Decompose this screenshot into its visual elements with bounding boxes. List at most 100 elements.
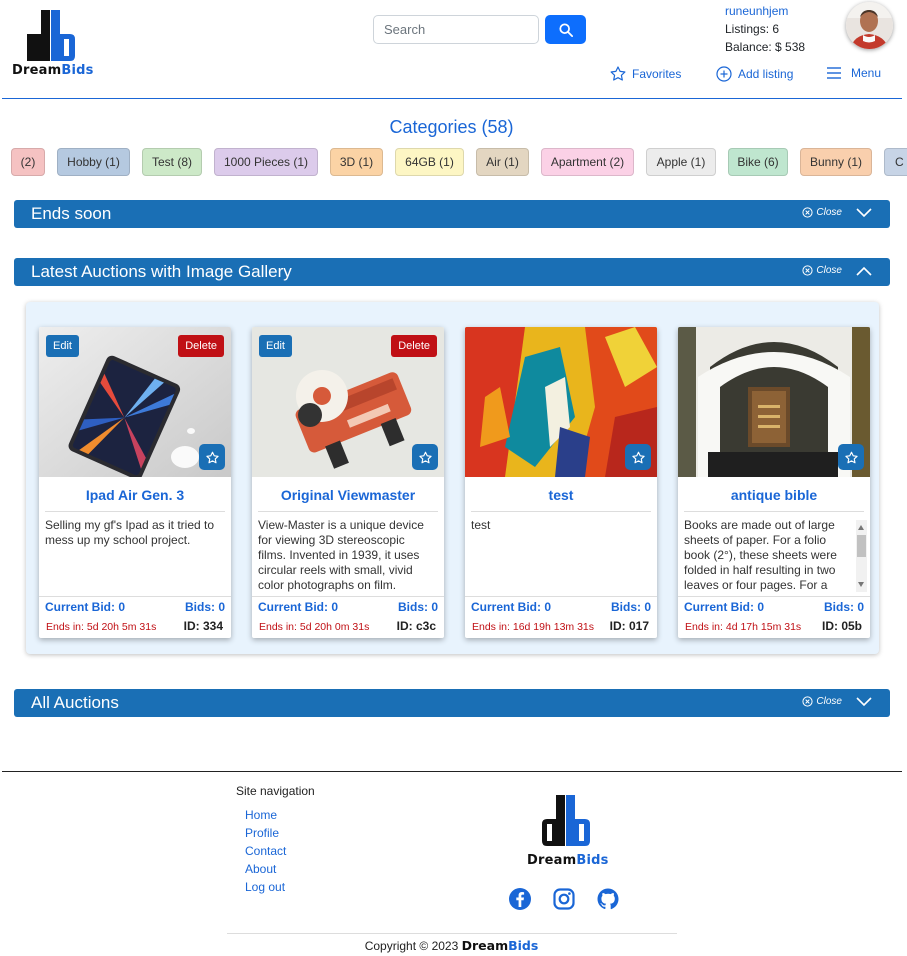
auction-card[interactable]: test test Current Bid: 0 Bids: 0 Ends in… xyxy=(465,327,657,638)
nav-menu[interactable]: Menu xyxy=(826,66,881,80)
divider xyxy=(678,596,870,597)
auction-title[interactable]: antique bible xyxy=(678,487,870,503)
bid-row: Current Bid: 0 Bids: 0 xyxy=(45,600,225,614)
section-latest-auctions[interactable]: Latest Auctions with Image Gallery Close xyxy=(14,258,890,286)
divider xyxy=(471,511,651,512)
footer-link-about[interactable]: About xyxy=(245,860,286,878)
copyright-text: Copyright © 2023 xyxy=(364,939,459,953)
description-scrollbar[interactable] xyxy=(856,520,867,592)
divider xyxy=(684,511,864,512)
chevron-down-icon[interactable] xyxy=(856,208,872,218)
auction-card[interactable]: antique bible Books are made out of larg… xyxy=(678,327,870,638)
divider xyxy=(465,596,657,597)
section-ends-soon[interactable]: Ends soon Close xyxy=(14,200,890,228)
auction-title[interactable]: test xyxy=(465,487,657,503)
category-chip[interactable]: 64GB (1) xyxy=(395,148,464,176)
bid-count: Bids: 0 xyxy=(823,600,864,614)
search-button[interactable] xyxy=(545,15,586,44)
divider xyxy=(39,596,231,597)
footer-nav: Home Profile Contact About Log out xyxy=(245,806,286,896)
delete-button[interactable]: Delete xyxy=(178,335,224,357)
bid-count: Bids: 0 xyxy=(184,600,225,614)
section-title: All Auctions xyxy=(31,693,119,712)
nav-add-listing[interactable]: Add listing xyxy=(716,66,793,82)
auction-image[interactable] xyxy=(465,327,657,477)
category-chip[interactable]: 3D (1) xyxy=(330,148,383,176)
divider xyxy=(252,596,444,597)
auction-card[interactable]: Edit Delete Ipad Air Gen. 3 Selling my g… xyxy=(39,327,231,638)
star-outline-icon xyxy=(631,451,645,463)
header-nav: Favorites Add listing Menu xyxy=(0,66,907,86)
category-chip[interactable]: 1000 Pieces (1) xyxy=(214,148,318,176)
facebook-icon[interactable] xyxy=(508,887,532,911)
auction-image[interactable]: Edit Delete xyxy=(39,327,231,477)
category-chip[interactable]: Bunny (1) xyxy=(800,148,872,176)
current-bid: Current Bid: 0 xyxy=(45,600,126,614)
copyright-brand: Bids xyxy=(508,938,539,953)
scroll-down-icon[interactable] xyxy=(858,582,864,587)
auction-image[interactable]: Edit Delete xyxy=(252,327,444,477)
category-chip[interactable]: Bike (6) xyxy=(728,148,788,176)
section-close-button[interactable]: Close xyxy=(802,696,842,707)
auction-title[interactable]: Original Viewmaster xyxy=(252,487,444,503)
auction-image[interactable] xyxy=(678,327,870,477)
auction-id: ID: 05b xyxy=(821,619,862,633)
scroll-thumb[interactable] xyxy=(857,535,866,557)
bid-count: Bids: 0 xyxy=(610,600,651,614)
site-header: DreamBids runeunhjem Listings: 6 Balance… xyxy=(0,0,907,99)
copyright: Copyright © 2023 DreamBids xyxy=(0,938,903,953)
end-row: Ends in: 16d 19h 13m 31s ID: 017 xyxy=(472,619,649,633)
category-chip[interactable]: Apple (1) xyxy=(646,148,716,176)
avatar[interactable] xyxy=(846,2,893,49)
copyright-brand: Dream xyxy=(461,938,509,953)
delete-button[interactable]: Delete xyxy=(391,335,437,357)
nav-favorites-label: Favorites xyxy=(632,66,682,81)
bid-row: Current Bid: 0 Bids: 0 xyxy=(684,600,864,614)
category-chip[interactable]: C xyxy=(884,148,907,176)
star-outline-icon xyxy=(418,451,432,463)
chevron-down-icon[interactable] xyxy=(856,697,872,707)
auction-card[interactable]: Edit Delete Original Viewmaster View-Mas… xyxy=(252,327,444,638)
favorite-button[interactable] xyxy=(838,444,864,470)
footer-link-home[interactable]: Home xyxy=(245,806,286,824)
user-name-link[interactable]: runeunhjem xyxy=(725,2,805,20)
scroll-up-icon[interactable] xyxy=(858,525,864,530)
github-icon[interactable] xyxy=(596,887,620,911)
footer-brand-logo[interactable]: DreamBids xyxy=(527,793,608,868)
category-chip[interactable]: (2) xyxy=(11,148,45,176)
divider xyxy=(258,511,438,512)
close-label: Close xyxy=(816,207,842,218)
section-close-button[interactable]: Close xyxy=(802,207,842,218)
user-listings: Listings: 6 xyxy=(725,22,780,36)
category-chip[interactable]: Air (1) xyxy=(476,148,529,176)
section-all-auctions[interactable]: All Auctions Close xyxy=(14,689,890,717)
ends-in: Ends in: 4d 17h 15m 31s xyxy=(685,621,802,633)
edit-button[interactable]: Edit xyxy=(259,335,292,357)
section-title: Latest Auctions with Image Gallery xyxy=(31,262,292,281)
plus-circle-icon xyxy=(716,66,732,82)
category-chip[interactable]: Test (8) xyxy=(142,148,202,176)
favorite-button[interactable] xyxy=(199,444,225,470)
chevron-up-icon[interactable] xyxy=(856,266,872,276)
db-logo-icon xyxy=(27,10,75,61)
close-circle-icon xyxy=(802,265,814,276)
instagram-icon[interactable] xyxy=(552,887,576,911)
favorite-button[interactable] xyxy=(412,444,438,470)
db-logo-icon xyxy=(542,795,590,846)
nav-favorites[interactable]: Favorites xyxy=(610,66,681,81)
category-chip[interactable]: Apartment (2) xyxy=(541,148,634,176)
search-icon xyxy=(558,22,573,37)
footer-link-logout[interactable]: Log out xyxy=(245,878,286,896)
section-title: Ends soon xyxy=(31,204,112,223)
footer-link-contact[interactable]: Contact xyxy=(245,842,286,860)
search-input[interactable] xyxy=(373,15,539,44)
user-balance: Balance: $ 538 xyxy=(725,40,806,54)
auction-title[interactable]: Ipad Air Gen. 3 xyxy=(39,487,231,503)
bid-count: Bids: 0 xyxy=(397,600,438,614)
edit-button[interactable]: Edit xyxy=(46,335,79,357)
section-close-button[interactable]: Close xyxy=(802,265,842,276)
footer-link-profile[interactable]: Profile xyxy=(245,824,286,842)
category-chip[interactable]: Hobby (1) xyxy=(57,148,130,176)
copyright-divider xyxy=(227,933,677,934)
favorite-button[interactable] xyxy=(625,444,651,470)
